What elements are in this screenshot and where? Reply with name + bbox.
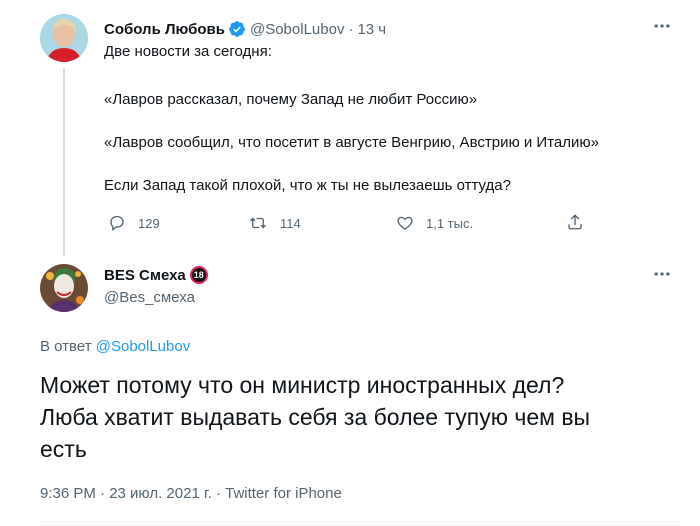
tweet-time[interactable]: 13 ч [357,21,386,38]
dot-separator: · [348,20,354,38]
share-icon [568,214,582,230]
like-action[interactable]: 1,1 тыс. [396,214,473,232]
avatar-sobol[interactable] [40,14,88,62]
reply-author-name[interactable]: BES Смеха [104,267,186,284]
like-count: 1,1 тыс. [426,215,474,231]
reply-line-3: есть [40,436,87,462]
avatar-bes-smekha[interactable] [40,264,88,312]
bottom-divider [40,521,680,522]
tweet-line-4: Если Запад такой плохой, что ж ты не выл… [104,177,511,194]
share-action[interactable] [566,212,596,232]
tweet-line-3: «Лавров сообщил, что посетит в августе В… [104,134,599,151]
reply-count: 129 [138,215,160,231]
retweet-count: 114 [280,215,301,231]
verified-badge-icon [228,20,246,38]
replying-to-prefix: В ответ [40,338,92,355]
retweet-icon [250,217,266,229]
tweet-line-2: «Лавров рассказал, почему Запад не любит… [104,91,478,108]
replying-to: В ответ @SobolLubov [40,338,190,355]
thread-line [63,68,65,256]
reply-more-options-icon[interactable] [652,264,672,289]
author-name[interactable]: Соболь Любовь [104,21,225,38]
author-handle[interactable]: @SobolLubov [250,21,344,38]
reply-timestamp[interactable]: 9:36 PM · 23 июл. 2021 г. · Twitter for … [40,485,342,502]
retweet-action[interactable]: 114 [248,214,301,232]
replying-to-link[interactable]: @SobolLubov [96,338,190,355]
heart-icon [397,216,413,230]
reply-author-handle[interactable]: @Bes_смеха [104,289,195,306]
age-18-badge-icon: 18 [189,266,208,284]
more-options-icon[interactable] [652,16,672,41]
reply-icon [110,215,124,231]
tweet-line-1: Две новости за сегодня: [104,43,272,60]
reply-line-2: Люба хватит выдавать себя за более тупую… [40,404,591,430]
reply-line-1: Может потому что он министр иностранных … [40,372,565,398]
reply-action[interactable]: 129 [108,214,160,232]
